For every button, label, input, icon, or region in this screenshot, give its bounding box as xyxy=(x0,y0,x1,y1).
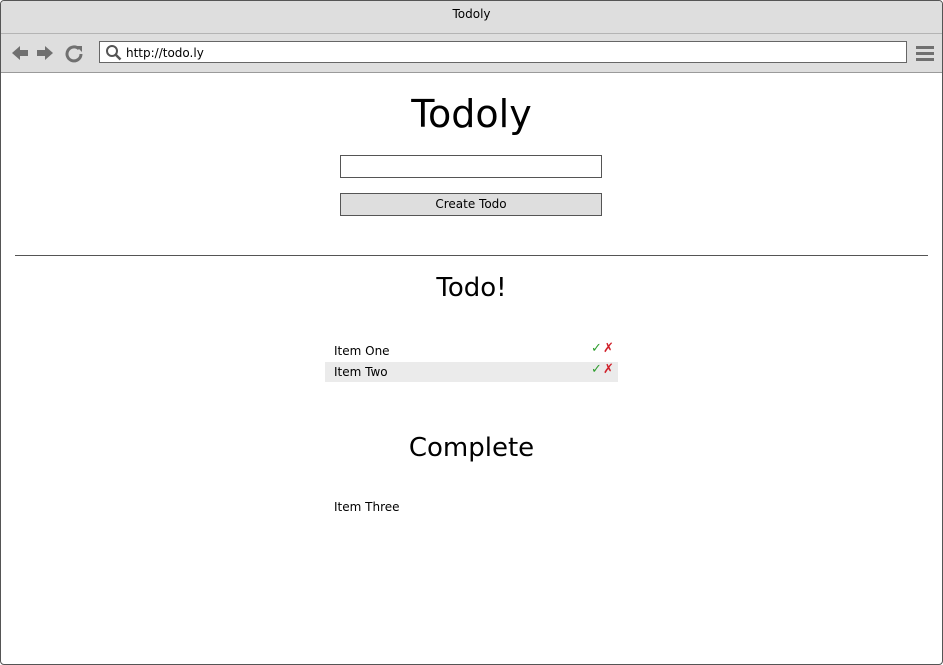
todo-item-label: Item Two xyxy=(334,365,388,379)
todo-input[interactable] xyxy=(340,155,602,178)
cross-icon[interactable]: ✗ xyxy=(603,339,614,359)
browser-window: Todoly http://todo.ly Todoly Create Todo… xyxy=(0,0,943,665)
hamburger-menu-icon[interactable] xyxy=(915,45,935,62)
divider xyxy=(15,255,928,256)
arrow-right-icon[interactable] xyxy=(35,43,55,63)
todo-item-label: Item One xyxy=(334,344,390,358)
complete-item-label: Item Three xyxy=(334,500,400,514)
check-icon[interactable]: ✓ xyxy=(591,360,602,380)
address-bar[interactable]: http://todo.ly xyxy=(99,41,907,63)
create-todo-button[interactable]: Create Todo xyxy=(340,193,602,216)
cross-icon[interactable]: ✗ xyxy=(603,360,614,380)
check-icon[interactable]: ✓ xyxy=(591,339,602,359)
complete-item: Item Three xyxy=(325,497,618,517)
todo-heading: Todo! xyxy=(436,273,507,303)
browser-toolbar: http://todo.ly xyxy=(1,34,942,73)
window-title: Todoly xyxy=(1,1,942,34)
reload-icon[interactable] xyxy=(64,43,84,63)
page-title: Todoly xyxy=(411,92,532,136)
page-content: Todoly Create Todo Todo! Item One ✓ ✗ It… xyxy=(1,73,942,664)
complete-heading: Complete xyxy=(408,433,535,463)
complete-list: Item Three xyxy=(325,497,618,517)
search-icon xyxy=(106,45,122,61)
todo-item[interactable]: Item Two ✓ ✗ xyxy=(325,362,618,382)
arrow-left-icon[interactable] xyxy=(10,43,30,63)
todo-item[interactable]: Item One ✓ ✗ xyxy=(325,341,618,361)
url-text: http://todo.ly xyxy=(126,46,204,60)
todo-list: Item One ✓ ✗ Item Two ✓ ✗ xyxy=(325,341,618,383)
